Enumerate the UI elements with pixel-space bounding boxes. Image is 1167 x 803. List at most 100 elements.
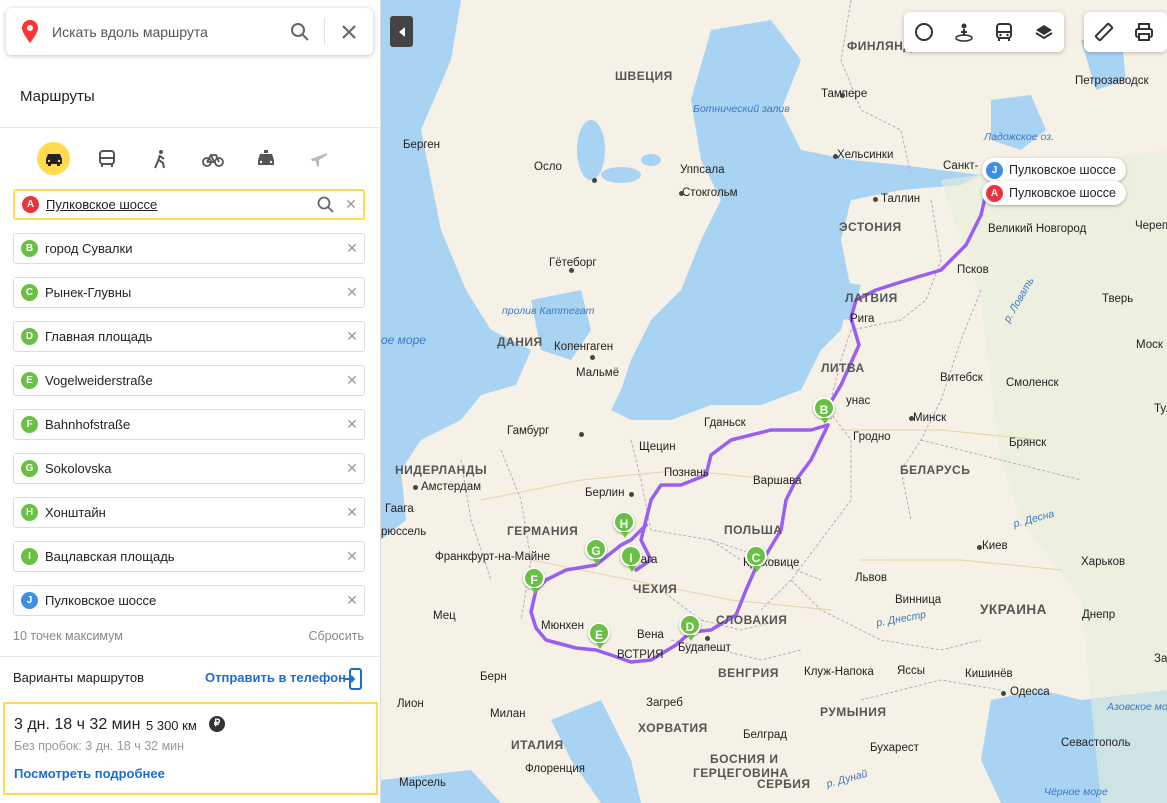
print-button[interactable] [1124,12,1164,52]
waypoint-marker-j: J [21,592,38,609]
label-croatia: ХОРВАТИЯ [638,721,708,735]
waypoint-a[interactable]: A Пулковское шоссе ✕ [13,189,365,220]
transport-button[interactable] [984,12,1024,52]
label-berlin: Берлин [585,487,625,499]
waypoint-marker-i: I [21,548,38,565]
waypoint-input-c[interactable]: Рынек-Глувны [45,285,340,300]
mode-bus-button[interactable] [90,142,123,175]
map-tools-toolbar [1084,12,1167,52]
waypoint-e[interactable]: E Vogelweiderstraße ✕ [13,365,365,396]
flag-label-j: Пулковское шоссе [1009,163,1116,177]
city-dot [569,268,574,273]
map-view[interactable]: ФИНЛЯНД ШВЕЦИЯ ЭСТОНИЯ ЛАТВИЯ ЛИТВА ДАНИ… [381,0,1167,803]
divider [324,18,325,45]
route-flag-j[interactable]: J Пулковское шоссе [982,158,1126,182]
label-tver: Тверь [1102,293,1134,305]
collapse-sidebar-button[interactable] [390,16,413,47]
remove-waypoint-button[interactable]: ✕ [340,372,364,389]
waypoint-g[interactable]: G Sokolovska ✕ [13,453,365,484]
map-layers-toolbar [904,12,1064,52]
search-icon[interactable] [290,22,310,42]
route-pin-f[interactable]: F [523,567,545,594]
city-dot [833,154,838,159]
label-zap: За [1154,653,1167,665]
route-pin-d[interactable]: D [679,614,701,641]
label-italy: ИТАЛИЯ [511,738,564,752]
ruler-button[interactable] [1084,12,1124,52]
mode-car-button[interactable] [37,142,70,175]
remove-waypoint-button[interactable]: ✕ [340,416,364,433]
city-dot [592,178,597,183]
label-riga: Рига [850,313,875,325]
waypoint-input-h[interactable]: Хонштайн [45,505,340,520]
waypoint-marker-a: A [22,196,39,213]
remove-waypoint-button[interactable]: ✕ [340,284,364,301]
send-to-phone-icon[interactable] [345,668,363,690]
flag-letter-a: A [986,184,1003,202]
send-to-phone-link[interactable]: Отправить в телефон [205,670,346,685]
search-icon[interactable] [313,196,339,214]
search-along-route[interactable]: Искать вдоль маршрута [6,8,373,55]
route-distance: 5 300 км [146,718,197,733]
label-bosnia-1: БОСНИЯ И [710,752,779,766]
waypoint-input-g[interactable]: Sokolovska [45,461,340,476]
pedestrian-icon [153,149,165,168]
waypoint-input-d[interactable]: Главная площадь [45,329,340,344]
waypoint-c[interactable]: C Рынек-Глувны ✕ [13,277,365,308]
waypoint-input-b[interactable]: город Сувалки [45,241,340,256]
mode-plane-button[interactable] [302,142,335,175]
remove-waypoint-button[interactable]: ✕ [340,504,364,521]
city-dot [1001,691,1006,696]
waypoint-d[interactable]: D Главная площадь ✕ [13,321,365,352]
city-dot [590,355,595,360]
route-pin-b[interactable]: B [813,397,835,424]
remove-waypoint-button[interactable]: ✕ [340,548,364,565]
waypoint-input-a[interactable]: Пулковское шоссе [46,197,313,212]
label-tula: Тула [1154,403,1167,415]
remove-waypoint-button[interactable]: ✕ [340,460,364,477]
label-czechia: ЧЕХИЯ [633,582,678,596]
waypoint-marker-e: E [21,372,38,389]
label-bryansk: Брянск [1009,437,1047,449]
remove-waypoint-button[interactable]: ✕ [340,328,364,345]
route-pin-h[interactable]: H [613,511,635,538]
label-slovakia: СЛОВАКИЯ [716,613,788,627]
route-pin-g[interactable]: G [585,538,607,565]
waypoint-h[interactable]: H Хонштайн ✕ [13,497,365,528]
remove-waypoint-button[interactable]: ✕ [340,592,364,609]
panorama-button[interactable] [944,12,984,52]
label-goteborg: Гётеборг [549,257,597,269]
route-pin-c[interactable]: C [745,545,767,572]
route-no-traffic-duration: Без пробок: 3 дн. 18 ч 32 мин [14,739,185,753]
close-icon[interactable] [341,24,357,40]
waypoint-f[interactable]: F Bahnhofstraße ✕ [13,409,365,440]
city-dot [909,416,914,421]
route-pin-i[interactable]: I [620,545,642,572]
label-kharkov: Харьков [1081,556,1126,568]
waypoint-b[interactable]: B город Сувалки ✕ [13,233,365,264]
waypoint-input-f[interactable]: Bahnhofstraße [45,417,340,432]
label-vena: Вена [637,629,664,641]
waypoint-input-i[interactable]: Вацлавская площадь [45,549,340,564]
mode-taxi-button[interactable] [249,142,282,175]
waypoint-input-j[interactable]: Пулковское шоссе [45,593,340,608]
waypoint-j[interactable]: J Пулковское шоссе ✕ [13,585,365,616]
search-input[interactable]: Искать вдоль маршрута [52,24,290,40]
waypoint-input-e[interactable]: Vogelweiderstraße [45,373,340,388]
mode-bike-button[interactable] [196,142,229,175]
mode-walk-button[interactable] [143,142,176,175]
waypoint-i[interactable]: I Вацлавская площадь ✕ [13,541,365,572]
route-option-card[interactable]: 3 дн. 18 ч 32 мин 5 300 км ₽ Без пробок:… [3,702,378,795]
layers-button[interactable] [1024,12,1064,52]
reset-button[interactable]: Сбросить [308,629,364,643]
ruler-icon [1094,22,1114,42]
route-pin-e[interactable]: E [588,622,610,649]
route-flag-a[interactable]: A Пулковское шоссе [982,181,1126,205]
remove-waypoint-button[interactable]: ✕ [339,196,363,213]
label-novgorod: Великий Новгород [988,223,1087,235]
car-icon [45,153,62,166]
route-details-link[interactable]: Посмотреть подробнее [14,766,165,781]
label-latvia: ЛАТВИЯ [845,291,898,305]
remove-waypoint-button[interactable]: ✕ [340,240,364,257]
traffic-button[interactable] [904,12,944,52]
